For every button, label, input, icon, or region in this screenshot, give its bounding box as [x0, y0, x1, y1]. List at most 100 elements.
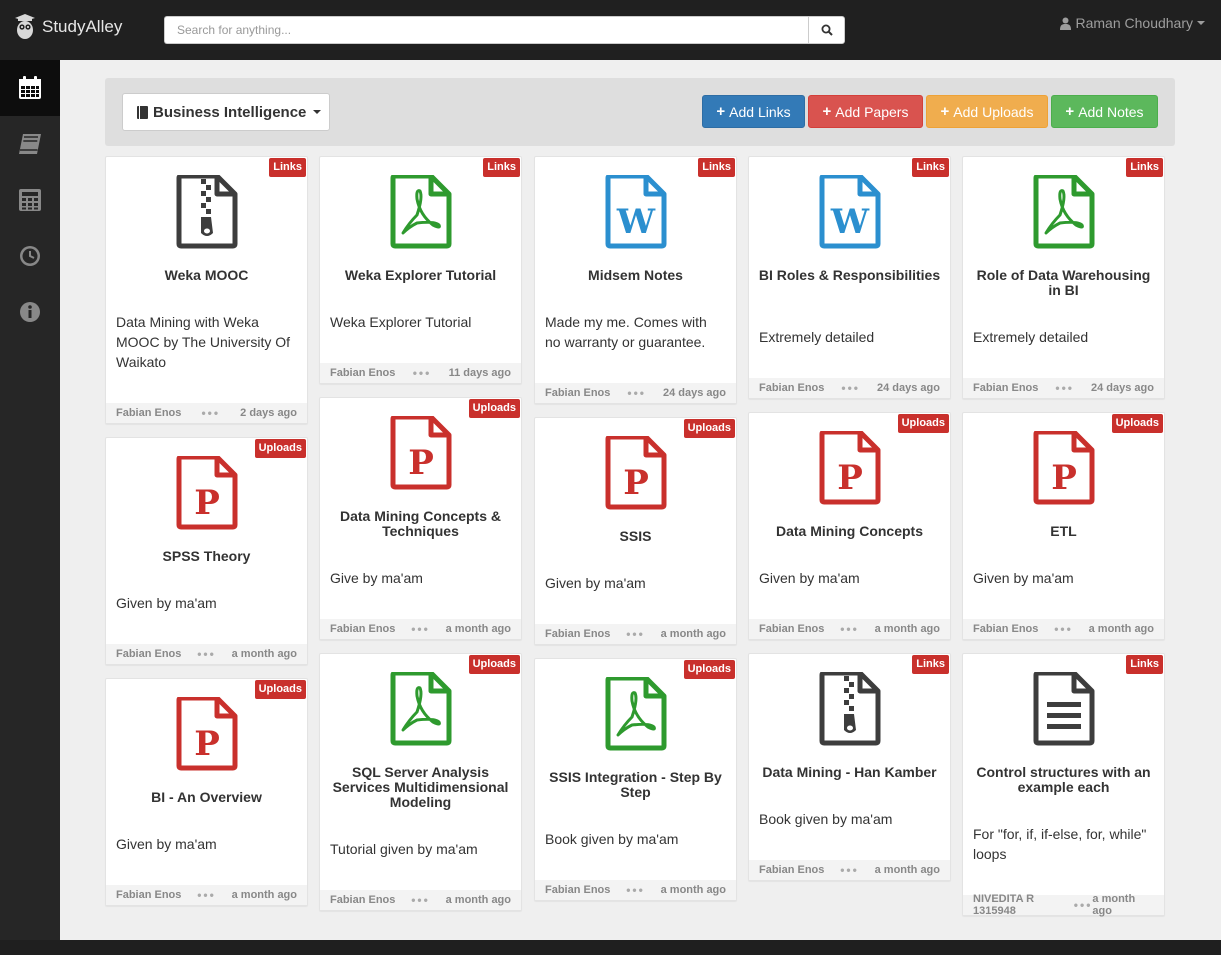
card-description: Book given by ma'am [545, 831, 679, 847]
card-description: Tutorial given by ma'am [330, 841, 478, 857]
more-dots-icon[interactable]: ••• [197, 647, 216, 661]
add-links-label: Add Links [729, 103, 791, 120]
add-notes-button[interactable]: + Add Notes [1051, 95, 1158, 128]
resource-card[interactable]: Uploads P Data Mining Concepts & Techniq… [319, 397, 522, 640]
more-dots-icon[interactable]: ••• [627, 386, 646, 400]
card-footer: Fabian Enos ••• a month ago [320, 619, 521, 639]
add-papers-label: Add Papers [835, 103, 909, 120]
card-description: Book given by ma'am [759, 811, 893, 827]
powerpoint-file-icon: P [106, 697, 307, 771]
more-dots-icon[interactable]: ••• [840, 863, 859, 877]
sidebar-item-books[interactable] [0, 116, 60, 172]
more-dots-icon[interactable]: ••• [841, 381, 860, 395]
add-uploads-label: Add Uploads [953, 103, 1034, 120]
card-author[interactable]: Fabian Enos [330, 894, 395, 906]
add-uploads-button[interactable]: + Add Uploads [926, 95, 1048, 128]
card-author[interactable]: Fabian Enos [973, 623, 1038, 635]
resource-card[interactable]: Links Weka Explorer Tutorial Weka Explor… [319, 156, 522, 384]
more-dots-icon[interactable]: ••• [840, 622, 859, 636]
plus-icon: + [822, 103, 832, 120]
sidebar-item-calendar[interactable] [0, 60, 60, 116]
card-footer: Fabian Enos ••• a month ago [320, 890, 521, 910]
svg-text:P: P [837, 458, 863, 498]
more-dots-icon[interactable]: ••• [197, 888, 216, 902]
card-title[interactable]: Weka MOOC [114, 268, 299, 283]
sidebar-item-history[interactable] [0, 228, 60, 284]
more-dots-icon[interactable]: ••• [201, 406, 220, 420]
sidebar-item-calculator[interactable] [0, 172, 60, 228]
card-author[interactable]: Fabian Enos [545, 387, 610, 399]
sidebar-item-info[interactable] [0, 284, 60, 340]
resource-card[interactable]: Links W Midsem Notes Made my me. Comes w… [534, 156, 737, 404]
search-button[interactable] [808, 16, 845, 44]
main-content: Business Intelligence + Add Links + Add Pa… [60, 60, 1221, 940]
resource-card[interactable]: Uploads P BI - An Overview Given by ma'a… [105, 678, 308, 906]
more-dots-icon[interactable]: ••• [626, 883, 645, 897]
card-title[interactable]: BI Roles & Responsibilities [757, 268, 942, 283]
resource-card[interactable]: Links Control structures with an example… [962, 653, 1165, 917]
card-author[interactable]: Fabian Enos [116, 407, 181, 419]
more-dots-icon[interactable]: ••• [411, 893, 430, 907]
card-description: Made my me. Comes with no warranty or gu… [545, 314, 707, 350]
resource-card[interactable]: Uploads P SSIS Given by ma'am Fabian Eno… [534, 417, 737, 645]
card-footer: Fabian Enos ••• a month ago [535, 624, 736, 644]
search-input[interactable] [164, 16, 808, 44]
add-notes-label: Add Notes [1078, 103, 1144, 120]
resource-card[interactable]: Links W BI Roles & Responsibilities Extr… [748, 156, 951, 399]
more-dots-icon[interactable]: ••• [1054, 622, 1073, 636]
card-author[interactable]: Fabian Enos [759, 623, 824, 635]
resource-card[interactable]: Uploads P SPSS Theory Given by ma'am Fab… [105, 437, 308, 665]
card-author[interactable]: Fabian Enos [545, 628, 610, 640]
user-name: Raman Choudhary [1075, 15, 1193, 31]
calendar-icon [19, 76, 41, 99]
card-author[interactable]: Fabian Enos [330, 367, 395, 379]
more-dots-icon[interactable]: ••• [413, 366, 432, 380]
card-title[interactable]: SSIS [543, 529, 728, 544]
card-footer: Fabian Enos ••• 11 days ago [320, 363, 521, 383]
card-author[interactable]: Fabian Enos [116, 889, 181, 901]
card-description: For "for, if, if-else, for, while" loops [973, 826, 1147, 862]
card-author[interactable]: Fabian Enos [116, 648, 181, 660]
book-icon [137, 105, 148, 119]
add-papers-button[interactable]: + Add Papers [808, 95, 923, 128]
card-author[interactable]: Fabian Enos [330, 623, 395, 635]
card-title[interactable]: SPSS Theory [114, 549, 299, 564]
resource-card[interactable]: Uploads SSIS Integration - Step By Step … [534, 658, 737, 901]
card-title[interactable]: Weka Explorer Tutorial [328, 268, 513, 283]
resource-card[interactable]: Links Data Mining - Han Kamber Book give… [748, 653, 951, 881]
card-title[interactable]: Midsem Notes [543, 268, 728, 283]
card-title[interactable]: SQL Server Analysis Services Multidimens… [328, 765, 513, 810]
card-title[interactable]: ETL [971, 524, 1156, 539]
more-dots-icon[interactable]: ••• [1074, 898, 1093, 912]
card-timestamp: a month ago [231, 648, 297, 660]
resource-card[interactable]: Links Role of Data Warehousing in BI Ext… [962, 156, 1165, 399]
card-title[interactable]: Role of Data Warehousing in BI [971, 268, 1156, 298]
card-description: Given by ma'am [545, 575, 646, 591]
more-dots-icon[interactable]: ••• [411, 622, 430, 636]
card-author[interactable]: Fabian Enos [973, 382, 1038, 394]
resource-card[interactable]: Uploads SQL Server Analysis Services Mul… [319, 653, 522, 911]
card-author[interactable]: NIVEDITA R 1315948 [973, 893, 1074, 917]
card-author[interactable]: Fabian Enos [759, 382, 824, 394]
svg-text:P: P [194, 483, 220, 523]
card-title[interactable]: Control structures with an example each [971, 765, 1156, 795]
card-author[interactable]: Fabian Enos [545, 884, 610, 896]
card-title[interactable]: BI - An Overview [114, 790, 299, 805]
clock-icon [20, 246, 40, 266]
card-title[interactable]: SSIS Integration - Step By Step [543, 770, 728, 800]
add-links-button[interactable]: + Add Links [702, 95, 805, 128]
resource-card[interactable]: Links Weka MOOC Data Mining with Weka MO… [105, 156, 308, 424]
user-menu[interactable]: Raman Choudhary [1060, 15, 1205, 31]
card-title[interactable]: Data Mining - Han Kamber [757, 765, 942, 780]
more-dots-icon[interactable]: ••• [1055, 381, 1074, 395]
card-title[interactable]: Data Mining Concepts [757, 524, 942, 539]
card-author[interactable]: Fabian Enos [759, 864, 824, 876]
subject-select[interactable]: Business Intelligence [122, 93, 330, 131]
more-dots-icon[interactable]: ••• [626, 627, 645, 641]
brand-logo[interactable]: StudyAlley [14, 12, 122, 42]
card-title[interactable]: Data Mining Concepts & Techniques [328, 509, 513, 539]
resource-card[interactable]: Uploads P ETL Given by ma'am Fabian Enos… [962, 412, 1165, 640]
chevron-down-icon [1197, 21, 1205, 25]
card-timestamp: 2 days ago [240, 407, 297, 419]
resource-card[interactable]: Uploads P Data Mining Concepts Given by … [748, 412, 951, 640]
